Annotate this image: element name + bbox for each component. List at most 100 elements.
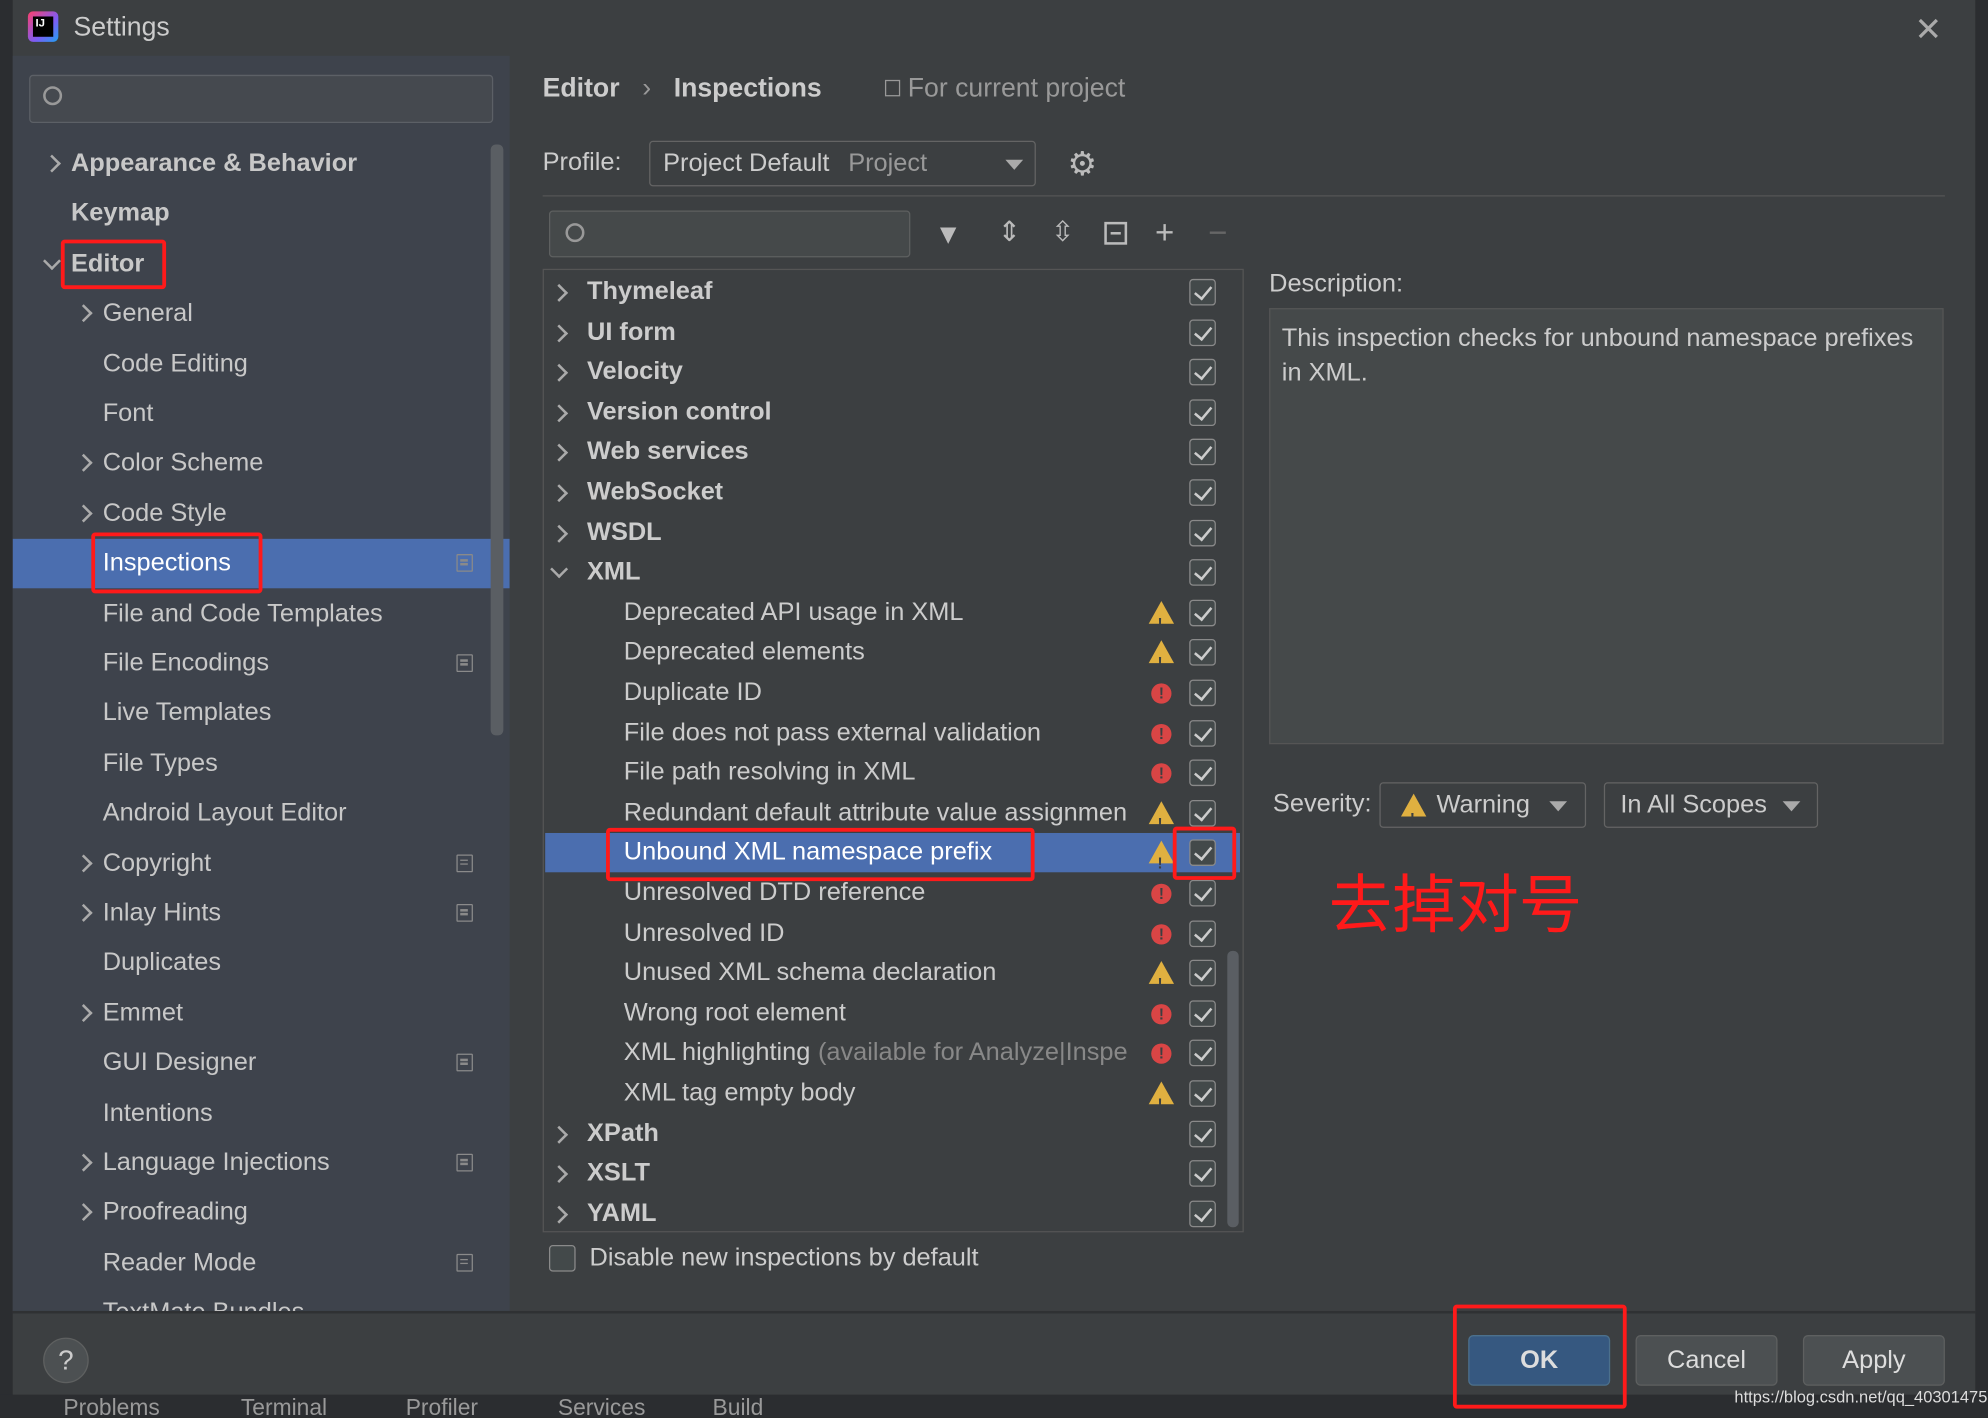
enabled-checkbox[interactable] bbox=[1189, 278, 1216, 306]
tree-row-unused-xml-schema-declaration[interactable]: Unused XML schema declaration bbox=[545, 954, 1240, 1004]
enabled-checkbox[interactable] bbox=[1189, 559, 1216, 586]
tool-window-profiler[interactable]: Profiler bbox=[406, 1395, 478, 1418]
enabled-checkbox[interactable] bbox=[1189, 519, 1216, 546]
enabled-checkbox[interactable] bbox=[1189, 599, 1216, 627]
sidebar-item-inlay-hints[interactable]: Inlay Hints bbox=[13, 889, 510, 938]
tree-row-wrong-root-element[interactable]: Wrong root element! bbox=[545, 994, 1240, 1033]
enabled-checkbox[interactable] bbox=[1189, 399, 1216, 426]
tree-row-xml-highlighting[interactable]: XML highlighting (available for Analyze|I… bbox=[545, 1034, 1240, 1073]
chevron-right-icon[interactable] bbox=[74, 1153, 93, 1172]
enabled-checkbox[interactable] bbox=[1189, 879, 1216, 907]
tree-scrollbar[interactable] bbox=[1227, 950, 1239, 1228]
tool-window-build[interactable]: Build bbox=[713, 1395, 764, 1418]
tree-row-yaml[interactable]: YAML bbox=[545, 1194, 1240, 1233]
enabled-checkbox[interactable] bbox=[1189, 960, 1216, 987]
enabled-checkbox[interactable] bbox=[1189, 919, 1216, 947]
chevron-right-icon[interactable] bbox=[74, 1203, 93, 1222]
sidebar-item-file-types[interactable]: File Types bbox=[13, 739, 510, 788]
tree-row-thymeleaf[interactable]: Thymeleaf bbox=[545, 273, 1240, 312]
tree-row-websocket[interactable]: WebSocket bbox=[545, 473, 1240, 512]
chevron-down-icon[interactable] bbox=[550, 560, 569, 579]
sidebar-item-intentions[interactable]: Intentions bbox=[13, 1089, 510, 1138]
sidebar-item-file-and-code-templates[interactable]: File and Code Templates bbox=[13, 589, 510, 638]
sidebar-item-android-layout-editor[interactable]: Android Layout Editor bbox=[13, 789, 510, 838]
enabled-checkbox[interactable] bbox=[1189, 1120, 1216, 1147]
enabled-checkbox[interactable] bbox=[1189, 479, 1216, 506]
reset-icon[interactable] bbox=[1104, 221, 1128, 245]
sidebar-item-textmate-bundles[interactable]: TextMate Bundles bbox=[13, 1288, 510, 1311]
tool-window-services[interactable]: Services bbox=[558, 1395, 646, 1418]
enabled-checkbox[interactable] bbox=[1189, 1000, 1216, 1027]
chevron-right-icon[interactable] bbox=[550, 524, 569, 543]
sidebar-item-appearance-behavior[interactable]: Appearance & Behavior bbox=[13, 139, 510, 188]
chevron-right-icon[interactable] bbox=[74, 504, 93, 523]
enabled-checkbox[interactable] bbox=[1189, 1080, 1216, 1107]
enabled-checkbox[interactable] bbox=[1189, 679, 1216, 707]
sidebar-item-duplicates[interactable]: Duplicates bbox=[13, 939, 510, 988]
tree-row-duplicate-id[interactable]: Duplicate ID! bbox=[545, 673, 1240, 712]
cancel-button[interactable]: Cancel bbox=[1635, 1335, 1778, 1386]
tree-row-wsdl[interactable]: WSDL bbox=[545, 513, 1240, 552]
inspection-search-input[interactable] bbox=[548, 210, 911, 258]
chevron-right-icon[interactable] bbox=[550, 364, 569, 382]
sidebar-item-color-scheme[interactable]: Color Scheme bbox=[13, 439, 510, 488]
tree-row-xslt[interactable]: XSLT bbox=[545, 1154, 1240, 1193]
enabled-checkbox[interactable] bbox=[1189, 799, 1216, 827]
tree-row-xml-tag-empty-body[interactable]: XML tag empty body bbox=[545, 1074, 1240, 1125]
sidebar-search-input[interactable] bbox=[29, 74, 494, 123]
collapse-all-icon[interactable]: ⇳ bbox=[1051, 216, 1074, 249]
chevron-right-icon[interactable] bbox=[550, 444, 569, 463]
chevron-right-icon[interactable] bbox=[550, 1125, 569, 1144]
chevron-right-icon[interactable] bbox=[43, 154, 61, 173]
tree-row-web-services[interactable]: Web services bbox=[545, 433, 1240, 472]
enabled-checkbox[interactable] bbox=[1189, 318, 1216, 346]
tree-row-ui-form[interactable]: UI form bbox=[545, 313, 1240, 352]
severity-dropdown[interactable]: Warning bbox=[1379, 782, 1587, 841]
chevron-right-icon[interactable] bbox=[550, 1165, 569, 1184]
tree-row-redundant-default-attribute-value-assignmen[interactable]: Redundant default attribute value assign… bbox=[545, 793, 1240, 844]
filter-icon[interactable]: ▼ bbox=[934, 218, 962, 251]
tool-window-problems[interactable]: Problems bbox=[63, 1395, 159, 1418]
sidebar-scrollbar[interactable] bbox=[490, 144, 504, 736]
enabled-checkbox[interactable] bbox=[1189, 439, 1216, 466]
sidebar-item-general[interactable]: General bbox=[13, 289, 510, 338]
tree-row-xml[interactable]: XML bbox=[545, 553, 1240, 592]
disable-new-checkbox[interactable] bbox=[548, 1245, 576, 1272]
chevron-right-icon[interactable] bbox=[550, 323, 569, 342]
chevron-down-icon[interactable] bbox=[43, 251, 61, 270]
sidebar-item-reader-mode[interactable]: Reader Mode bbox=[13, 1238, 510, 1287]
close-icon[interactable]: ✕ bbox=[1914, 10, 1942, 49]
scope-dropdown[interactable]: In All Scopes bbox=[1603, 782, 1819, 828]
breadcrumb-editor[interactable]: Editor bbox=[543, 74, 620, 103]
tree-row-file-does-not-pass-external-validation[interactable]: File does not pass external validation! bbox=[545, 713, 1240, 752]
chevron-right-icon[interactable] bbox=[74, 304, 93, 323]
sidebar-item-language-injections[interactable]: Language Injections bbox=[13, 1139, 510, 1188]
chevron-right-icon[interactable] bbox=[74, 454, 93, 473]
enabled-checkbox[interactable] bbox=[1189, 1200, 1216, 1228]
profile-dropdown[interactable]: Project Default Project bbox=[649, 140, 1036, 187]
help-button[interactable]: ? bbox=[43, 1337, 89, 1384]
tree-row-xpath[interactable]: XPath bbox=[545, 1114, 1240, 1153]
tool-window-terminal[interactable]: Terminal bbox=[241, 1395, 327, 1418]
chevron-right-icon[interactable] bbox=[550, 283, 569, 302]
chevron-right-icon[interactable] bbox=[550, 404, 569, 423]
enabled-checkbox[interactable] bbox=[1189, 1160, 1216, 1187]
sidebar-item-keymap[interactable]: Keymap bbox=[13, 189, 510, 238]
enabled-checkbox[interactable] bbox=[1189, 719, 1216, 747]
tree-row-velocity[interactable]: Velocity bbox=[545, 353, 1240, 392]
gear-icon[interactable]: ⚙ bbox=[1068, 145, 1098, 184]
chevron-right-icon[interactable] bbox=[550, 1205, 569, 1224]
sidebar-item-gui-designer[interactable]: GUI Designer bbox=[13, 1039, 510, 1088]
sidebar-item-emmet[interactable]: Emmet bbox=[13, 989, 510, 1038]
sidebar-item-font[interactable]: Font bbox=[13, 389, 510, 438]
sidebar-item-code-editing[interactable]: Code Editing bbox=[13, 339, 510, 388]
add-icon[interactable]: + bbox=[1155, 213, 1174, 252]
sidebar-item-code-style[interactable]: Code Style bbox=[13, 489, 510, 538]
chevron-right-icon[interactable] bbox=[550, 484, 569, 503]
apply-button[interactable]: Apply bbox=[1802, 1335, 1945, 1386]
chevron-right-icon[interactable] bbox=[74, 1003, 93, 1022]
sidebar-item-file-encodings[interactable]: File Encodings bbox=[13, 639, 510, 688]
tree-row-file-path-resolving-in-xml[interactable]: File path resolving in XML! bbox=[545, 753, 1240, 792]
enabled-checkbox[interactable] bbox=[1189, 639, 1216, 667]
tree-row-unresolved-id[interactable]: Unresolved ID! bbox=[545, 914, 1240, 953]
